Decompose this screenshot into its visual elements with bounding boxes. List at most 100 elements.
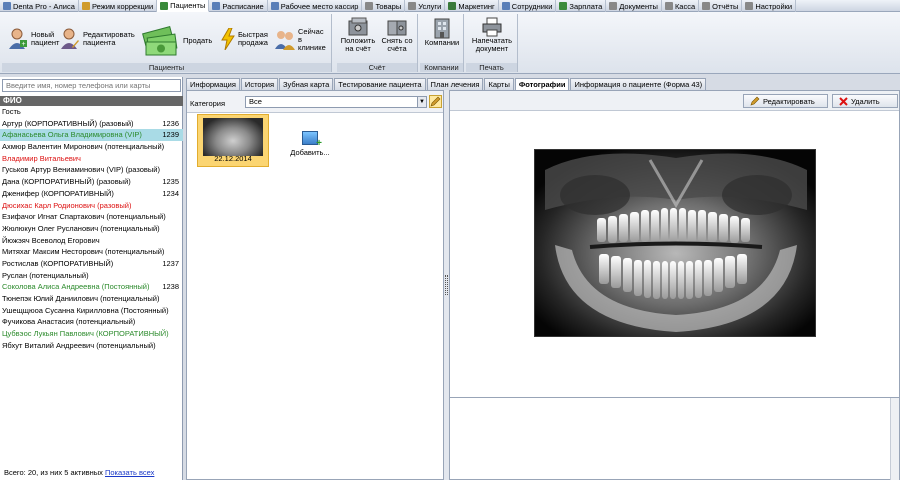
patient-row[interactable]: Ушещщюоа Сусанна Кирилловна (Постоянный) [0,305,183,317]
documents-icon [609,2,618,10]
patient-row[interactable]: Ахмюр Валентин Миронович (потенциальный) [0,141,183,153]
patient-row[interactable]: Жюлюкун Олег Русланович (потенциальный) [0,223,183,235]
top-tab-label: Маркетинг [458,1,495,11]
deposit-label: Положить на счёт [340,36,376,53]
top-tab-cash-desk[interactable]: Рабочее место кассир [268,0,363,12]
content-tab[interactable]: Тестирование пациента [334,78,426,90]
top-tab-services[interactable]: Услуги [405,0,446,12]
patient-row[interactable]: Дюсихас Карл Родионович (разовый) [0,200,183,212]
ribbon-group-label-account: Счёт [337,63,417,72]
patients-icon [160,1,169,10]
photo-notes-field[interactable] [450,397,899,480]
patient-row[interactable]: Фучикова Анастасия (потенциальный) [0,316,183,328]
content-tab[interactable]: Фотографии [514,78,570,90]
patient-name: Афанасьева Ольга Владимировна (VIP) [2,130,142,140]
patient-list-footer: Всего: 20, из них 5 активных Показать вс… [4,468,154,477]
patient-name: Езифачог Игнат Спартакович (потенциальны… [2,212,166,222]
withdraw-button[interactable]: Снять со счёта [379,17,415,53]
notes-scrollbar[interactable] [890,398,899,480]
content-tab[interactable]: Карты [484,78,514,90]
patient-tabs: Информация История Зубная карта Тестировани… [186,78,707,90]
patient-row[interactable]: Цубвэос Лукьян Павлович (КОРПОРАТИВНЫЙ) [0,328,183,340]
patient-row[interactable]: Езифачог Игнат Спартакович (потенциальны… [0,211,183,223]
top-tab-patients[interactable]: Пациенты [157,0,210,12]
patient-name: Руслан (потенциальный) [2,270,89,280]
patient-name: Дженифер (КОРПОРАТИВНЫЙ) [2,188,114,198]
top-tab-goods[interactable]: Товары [362,0,406,12]
staff-icon [501,2,510,10]
companies-button[interactable]: Компании [423,17,461,47]
patient-row[interactable]: Тюнепэк Юлий Даниилович (потенциальный) [0,293,183,305]
chevron-down-icon[interactable]: ▼ [417,97,426,107]
ribbon-group-patients: + Новый пациент Редактировать пациента П… [2,14,332,72]
edit-patient-button[interactable]: Редактировать пациента [60,28,141,50]
patient-card-number: 1235 [162,177,179,187]
patient-row[interactable]: Соколова Алиса Андреевна (Постоянный) 123… [0,281,183,293]
patient-card-number: 1237 [162,258,179,268]
top-tab-documents[interactable]: Документы [606,0,662,12]
patient-card-number: 1239 [162,130,179,140]
svg-text:+: + [21,41,25,48]
top-tab-calendar[interactable]: Расписание [209,0,268,12]
category-label: Категория [190,99,226,108]
top-tab-pencil[interactable]: Режим коррекции [79,0,158,12]
quick-sale-button[interactable]: Быстрая продажа [221,28,268,50]
patient-row[interactable]: Гуськов Артур Вениаминович (VIP) (разовы… [0,164,183,176]
patient-name: Гость [2,107,21,116]
settings-icon [745,2,754,10]
patient-row[interactable]: Ростислав (КОРПОРАТИВНЫЙ) 1237 [0,258,183,270]
xray-thumbnail-image [203,118,263,156]
top-tab-salary[interactable]: Зарплата [556,0,607,12]
patient-search-input[interactable] [2,79,181,92]
edit-photo-button[interactable]: Редактировать [743,94,828,108]
top-tab-label: Denta Pro - Алиса [13,1,75,11]
withdraw-label: Снять со счёта [381,36,413,53]
top-tab-cashbox[interactable]: Касса [662,0,700,12]
top-tab-staff[interactable]: Сотрудники [499,0,557,12]
patient-row[interactable]: Владимир Витальевич [0,153,183,165]
top-tab-marketing[interactable]: Маркетинг [445,0,499,12]
print-document-button[interactable]: Напечатать документ [468,17,516,53]
patient-name: Фучикова Анастасия (потенциальный) [2,317,136,327]
patient-row[interactable]: Митяхаг Максим Несторович (потенциальный… [0,246,183,258]
edit-patient-icon [61,28,79,49]
photo-viewer-pane: Редактировать Удалить [449,90,900,480]
patient-row[interactable]: Афанасьева Ольга Владимировна (VIP) 1239 [0,129,183,142]
top-tab-app[interactable]: Denta Pro - Алиса [0,0,79,12]
top-tab-settings[interactable]: Настройки [742,0,797,12]
now-in-clinic-button[interactable]: Сейчас в клинике [275,28,328,52]
content-tab[interactable]: Информация о пациенте (Форма 43) [570,78,707,90]
patient-row[interactable]: Йюжэяч Всеволод Егорович [0,235,183,247]
ribbon: + Новый пациент Редактировать пациента П… [0,12,900,74]
category-value: Все [249,97,262,106]
now-in-clinic-label: Сейчас в клинике [298,27,326,52]
content-tab[interactable]: План лечения [426,78,484,90]
top-tab-reports[interactable]: Отчёты [699,0,743,12]
sell-button[interactable]: Продать [142,24,212,58]
patient-name: Гуськов Артур Вениаминович (VIP) (разовы… [2,165,160,175]
category-edit-button[interactable] [429,95,442,108]
goods-icon [365,2,374,10]
patient-row[interactable]: Дана (КОРПОРАТИВНЫЙ) (разовый) 1235 [0,176,183,188]
new-patient-icon: + [9,28,27,49]
content-tab[interactable]: История [240,78,279,90]
patient-row[interactable]: Ябхут Виталий Андреевич (потенциальный) [0,340,183,352]
patient-list-panel: ФИО Гость Артур (КОРПОРАТИВНЫЙ) (разовый)… [0,77,183,480]
new-patient-button[interactable]: + Новый пациент [8,28,59,50]
patient-name: Ябхут Виталий Андреевич (потенциальный) [2,340,156,350]
content-tab[interactable]: Информация [186,78,240,90]
category-select[interactable]: Все ▼ [245,96,427,108]
patient-row[interactable]: Артур (КОРПОРАТИВНЫЙ) (разовый) 1236 [0,118,183,130]
cashbox-icon [664,2,673,10]
patient-row[interactable]: Гость [0,106,183,118]
photo-thumbnail[interactable]: 22.12.2014 [197,114,269,167]
add-photo-button[interactable]: Добавить... [285,131,335,157]
delete-photo-button[interactable]: Удалить [832,94,898,108]
lightning-icon [221,28,235,50]
deposit-button[interactable]: Положить на счёт [340,17,376,53]
show-all-link[interactable]: Показать всех [105,468,154,477]
delete-x-icon [839,96,848,106]
patient-row[interactable]: Руслан (потенциальный) [0,270,183,282]
patient-row[interactable]: Дженифер (КОРПОРАТИВНЫЙ) 1234 [0,188,183,200]
content-tab[interactable]: Зубная карта [279,78,334,90]
